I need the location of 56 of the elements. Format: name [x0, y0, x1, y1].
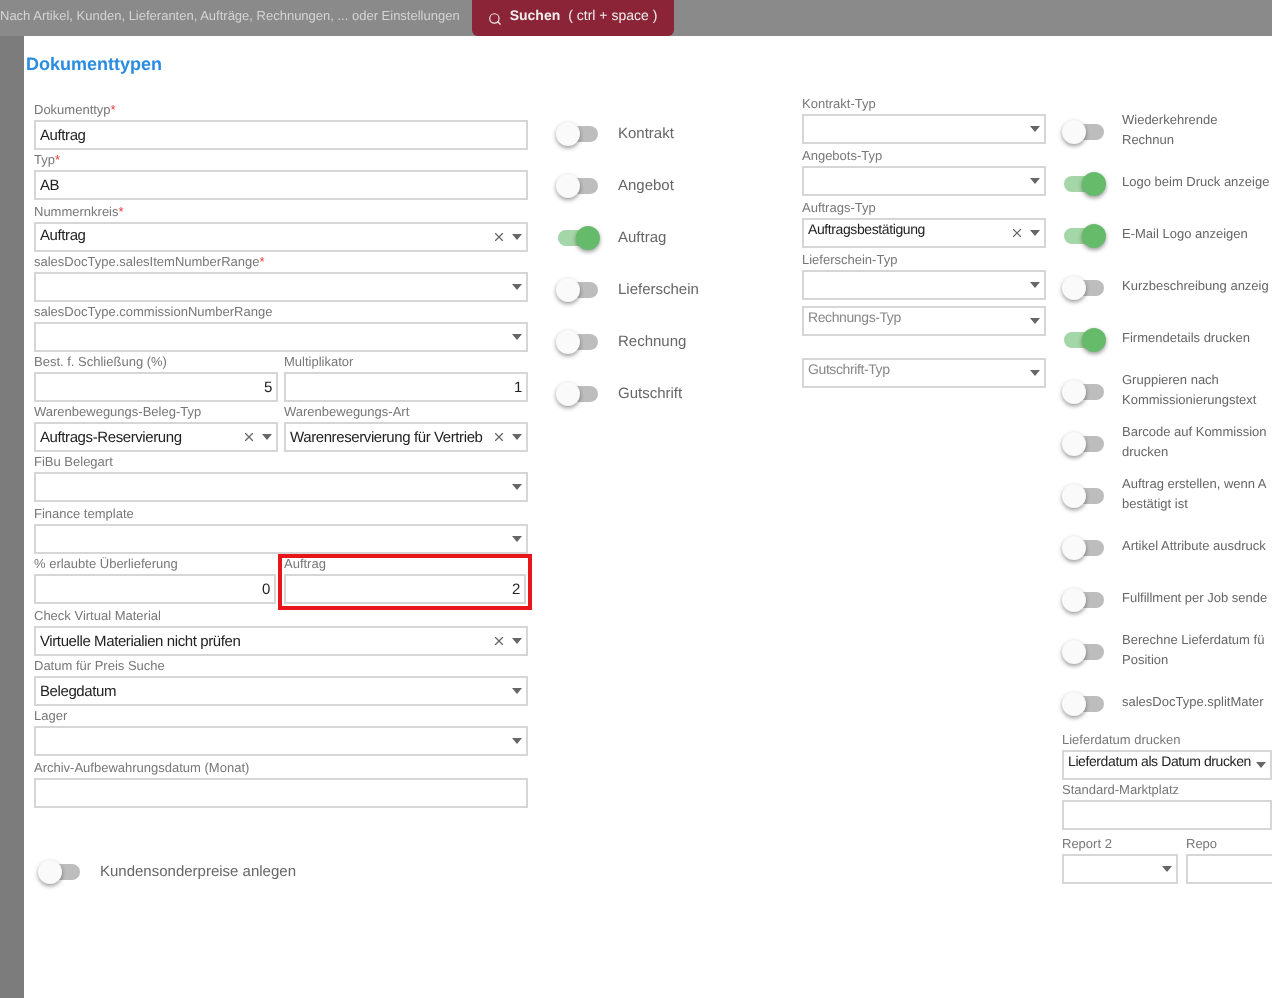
caret-icon: [262, 434, 272, 441]
select-field[interactable]: [34, 523, 528, 554]
toggle-switch[interactable]: [556, 174, 600, 198]
caret-icon: [512, 283, 522, 290]
toggle-switch[interactable]: [1062, 692, 1106, 716]
caret-icon: [512, 434, 522, 441]
caret-icon: [512, 738, 522, 745]
input-field[interactable]: [1062, 800, 1272, 830]
toggle-switch[interactable]: [1062, 536, 1106, 560]
toggle-switch[interactable]: [1062, 172, 1106, 196]
caret-icon: [512, 233, 522, 240]
caret-icon: [512, 688, 522, 695]
caret-icon: [1030, 370, 1040, 376]
select-field[interactable]: [34, 472, 528, 503]
toggle-switch[interactable]: [1062, 380, 1106, 404]
caret-icon: [1030, 318, 1040, 324]
caret-icon: [1030, 126, 1040, 132]
toggle-switch[interactable]: [556, 382, 600, 406]
select-field[interactable]: [802, 270, 1046, 300]
select-field[interactable]: [34, 726, 528, 757]
toggle-switch[interactable]: [38, 859, 82, 884]
clear-icon[interactable]: [492, 229, 506, 244]
caret-icon: [512, 484, 522, 491]
clear-icon[interactable]: [492, 633, 506, 648]
toggle-switch[interactable]: [556, 122, 600, 146]
input-field[interactable]: [34, 777, 528, 808]
select-field[interactable]: [34, 322, 528, 353]
toggle-switch[interactable]: [1062, 588, 1106, 612]
clear-icon[interactable]: [242, 430, 256, 445]
toggle-switch[interactable]: [556, 226, 600, 250]
caret-icon: [1030, 178, 1040, 184]
clear-icon[interactable]: [1010, 226, 1024, 240]
toggle-switch[interactable]: [1062, 276, 1106, 300]
caret-icon: [1256, 762, 1266, 768]
toggle-switch[interactable]: [1062, 484, 1106, 508]
caret-icon: [512, 637, 522, 644]
caret-icon: [1162, 866, 1172, 872]
toggle-switch[interactable]: [556, 330, 600, 354]
toggle-switch[interactable]: [1062, 328, 1106, 352]
caret-icon: [1030, 230, 1040, 236]
select-field[interactable]: [1186, 854, 1272, 884]
search-icon: [487, 11, 502, 25]
caret-icon: [1030, 282, 1040, 288]
select-field[interactable]: [802, 166, 1046, 196]
caret-icon: [512, 535, 522, 542]
select-field[interactable]: [1062, 854, 1178, 884]
toggle-switch[interactable]: [1062, 224, 1106, 248]
caret-icon: [512, 334, 522, 341]
dialog-title: Dokumenttypen: [26, 52, 165, 78]
toggle-switch[interactable]: [556, 278, 600, 302]
select-field[interactable]: [34, 271, 528, 302]
select-field[interactable]: [802, 114, 1046, 144]
clear-icon[interactable]: [492, 430, 506, 445]
toggle-switch[interactable]: [1062, 640, 1106, 664]
toggle-switch[interactable]: [1062, 120, 1106, 144]
toggle-switch[interactable]: [1062, 432, 1106, 456]
